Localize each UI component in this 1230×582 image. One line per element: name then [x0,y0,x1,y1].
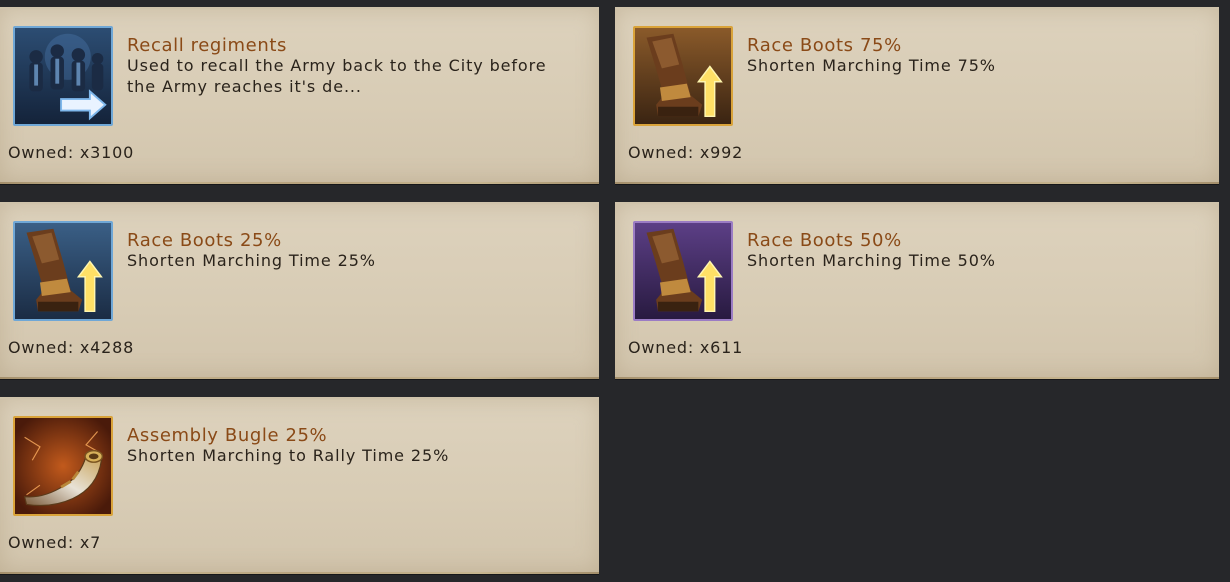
item-title: Race Boots 50% [747,230,902,251]
item-description: Shorten Marching Time 50% [747,251,996,270]
item-description: Shorten Marching to Rally Time 25% [127,446,450,465]
item-title: Recall regiments [127,35,287,56]
race-boots-icon [633,221,733,321]
item-card-recall-regiments[interactable]: Recall regiments Used to recall the Army… [0,7,599,184]
item-title: Race Boots 25% [127,230,282,251]
item-title: Race Boots 75% [747,35,902,56]
item-card-race-boots-50[interactable]: Race Boots 50% Shorten Marching Time 50%… [615,202,1219,379]
owned-count: Owned: x4288 [8,338,135,357]
item-description: Used to recall the Army back to the City… [127,56,547,96]
item-card-assembly-bugle-25[interactable]: Assembly Bugle 25% Shorten Marching to R… [0,397,599,574]
race-boots-icon [633,26,733,126]
race-boots-icon [13,221,113,321]
item-description: Shorten Marching Time 75% [747,56,996,75]
owned-count: Owned: x611 [628,338,744,357]
owned-count: Owned: x7 [8,533,102,552]
item-title: Assembly Bugle 25% [127,425,328,446]
owned-count: Owned: x3100 [8,143,135,162]
item-card-race-boots-25[interactable]: Race Boots 25% Shorten Marching Time 25%… [0,202,599,379]
item-grid: Recall regiments Used to recall the Army… [0,0,1230,582]
item-description: Shorten Marching Time 25% [127,251,376,270]
owned-count: Owned: x992 [628,143,744,162]
assembly-bugle-icon [13,416,113,516]
recall-regiments-icon [13,26,113,126]
item-card-race-boots-75[interactable]: Race Boots 75% Shorten Marching Time 75%… [615,7,1219,184]
